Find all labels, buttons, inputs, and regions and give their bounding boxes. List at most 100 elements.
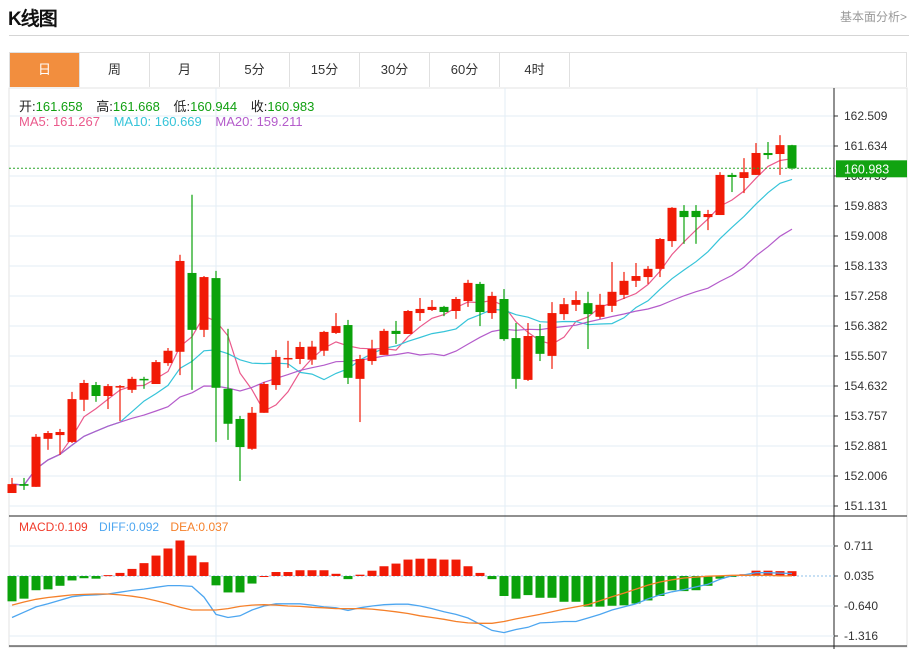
- macd-bar-negative: [571, 576, 581, 602]
- candle-up: [331, 326, 341, 333]
- y-tick-label: 152.881: [844, 439, 888, 453]
- macd-bar-negative: [343, 576, 353, 580]
- y-tick-label: 152.006: [844, 469, 888, 483]
- macd-bar-negative: [667, 576, 677, 591]
- macd-bar-negative: [19, 576, 29, 599]
- candle-up: [751, 152, 761, 175]
- candle-up: [115, 386, 125, 388]
- macd-bar-negative: [523, 576, 533, 596]
- macd-bar-negative: [583, 576, 593, 607]
- macd-bar-positive: [475, 572, 485, 577]
- candle-down: [187, 272, 197, 330]
- macd-bar-negative: [559, 576, 569, 602]
- candle-up: [43, 433, 53, 439]
- ma5-value: MA5: 161.267: [19, 114, 100, 129]
- macd-bar-positive: [127, 568, 137, 577]
- current-price-label: 160.983: [844, 162, 889, 176]
- macd-bar-positive: [307, 570, 317, 577]
- macd-readout: MACD:0.109 DIFF:0.092 DEA:0.037: [19, 520, 228, 534]
- macd-bar-negative: [7, 576, 17, 602]
- macd-bar-positive: [271, 572, 281, 577]
- candle-up: [175, 260, 185, 352]
- candle-up: [415, 308, 425, 314]
- candle-up: [463, 282, 473, 302]
- candle-up: [703, 213, 713, 218]
- candle-up: [523, 336, 533, 380]
- candle-up: [55, 431, 65, 436]
- candle-down: [763, 152, 773, 156]
- macd-bar-positive: [427, 558, 437, 577]
- candle-up: [283, 357, 293, 360]
- candle-down: [499, 299, 509, 340]
- candle-up: [295, 346, 305, 359]
- candle-up: [127, 378, 137, 390]
- candle-up: [715, 174, 725, 216]
- ma20-value: MA20: 159.211: [215, 114, 303, 129]
- candle-up: [319, 331, 329, 351]
- candle-up: [103, 386, 113, 397]
- macd-bar-positive: [439, 559, 449, 577]
- candle-up: [655, 239, 665, 269]
- macd-bar-negative: [487, 576, 497, 580]
- ma10-value: MA10: 160.669: [113, 114, 202, 129]
- macd-bar-negative: [643, 576, 653, 601]
- macd-bar-negative: [535, 576, 545, 598]
- macd-bar-positive: [187, 555, 197, 577]
- ma5-line: [11, 158, 793, 486]
- low-value: 160.944: [190, 99, 238, 114]
- macd-bar-negative: [79, 576, 89, 579]
- macd-bar-negative: [607, 576, 617, 606]
- macd-bar-positive: [451, 559, 461, 577]
- candle-up: [739, 172, 749, 179]
- candle-up: [247, 412, 257, 449]
- open-label: 开:: [19, 99, 36, 114]
- candle-up: [667, 207, 677, 242]
- macd-y-tick-label: -0.640: [844, 599, 878, 613]
- candle-down: [235, 418, 245, 448]
- macd-bar-negative: [55, 576, 65, 586]
- candle-up: [427, 306, 437, 310]
- ohlc-readout: 开:161.658 高:161.668 低:160.944 收:160.983: [19, 96, 324, 115]
- candle-down: [223, 388, 233, 424]
- macd-bar-positive: [259, 576, 269, 578]
- candle-down: [211, 278, 221, 388]
- macd-bar-positive: [379, 566, 389, 577]
- close-value: 160.983: [267, 99, 315, 114]
- macd-bar-negative: [499, 576, 509, 596]
- macd-bar-negative: [91, 576, 101, 579]
- macd-bar-positive: [151, 555, 161, 577]
- macd-bar-negative: [43, 576, 53, 590]
- candle-down: [679, 210, 689, 218]
- candle-up: [607, 291, 617, 306]
- macd-bar-positive: [163, 548, 173, 577]
- macd-bar-negative: [619, 576, 629, 606]
- candle-down: [19, 484, 29, 486]
- y-tick-label: 158.133: [844, 259, 888, 273]
- macd-bar-positive: [295, 570, 305, 577]
- candle-up: [487, 295, 497, 314]
- macd-bar-positive: [355, 574, 365, 577]
- macd-bar-positive: [367, 570, 377, 577]
- candle-up: [259, 384, 269, 413]
- macd-bar-negative: [511, 576, 521, 599]
- macd-bar-positive: [175, 540, 185, 577]
- close-label: 收:: [250, 99, 268, 114]
- macd-bar-negative: [211, 576, 221, 586]
- candle-up: [367, 349, 377, 362]
- candle-up: [403, 311, 413, 334]
- y-tick-label: 162.509: [844, 109, 888, 123]
- macd-bar-negative: [547, 576, 557, 598]
- y-tick-label: 157.258: [844, 289, 888, 303]
- ma-readout: MA5: 161.267 MA10: 160.669 MA20: 159.211: [19, 114, 303, 129]
- macd-bar-positive: [199, 562, 209, 577]
- candle-up: [571, 300, 581, 305]
- dea-value: DEA:0.037: [170, 520, 229, 534]
- y-tick-label: 161.634: [844, 139, 888, 153]
- ma20-line: [11, 228, 793, 486]
- candle-down: [475, 283, 485, 313]
- candle-up: [379, 330, 389, 355]
- macd-bar-negative: [247, 576, 257, 584]
- y-tick-label: 153.757: [844, 409, 888, 423]
- open-value: 161.658: [35, 99, 83, 114]
- macd-value: MACD:0.109: [19, 520, 88, 534]
